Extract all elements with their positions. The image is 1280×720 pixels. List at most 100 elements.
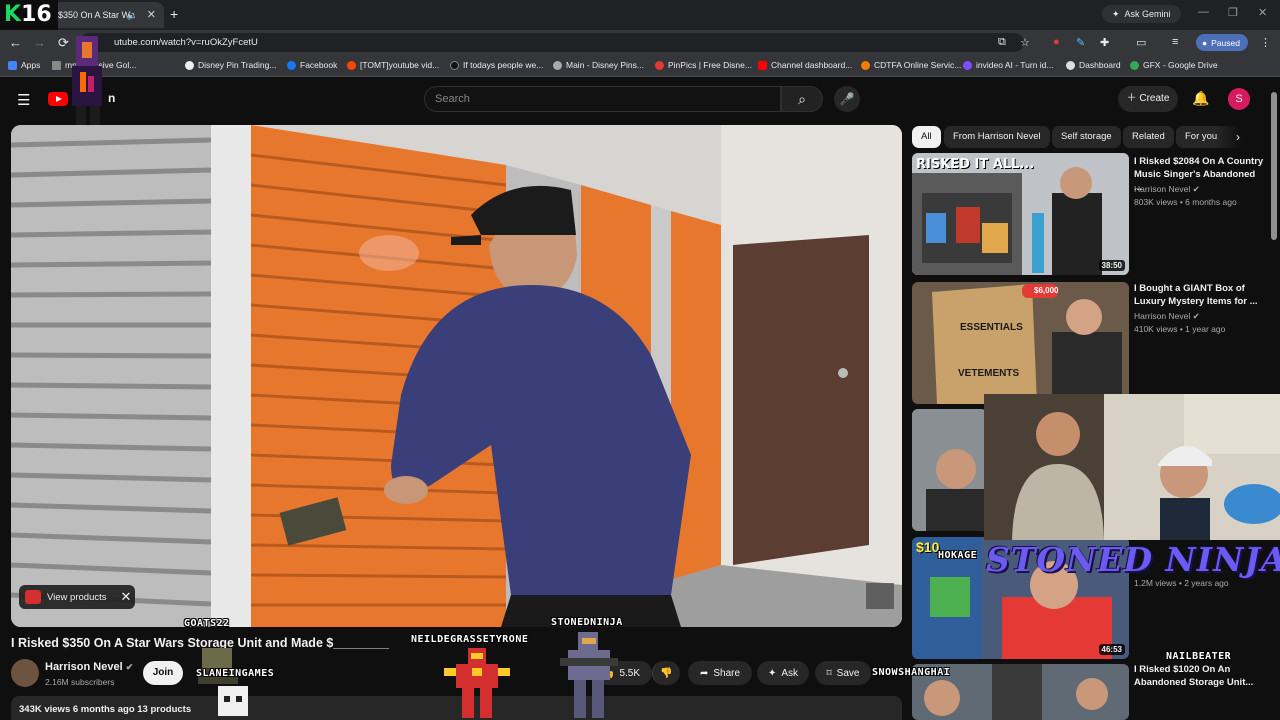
channel-name[interactable]: Harrison Nevel ✔	[45, 661, 133, 673]
sparkle-icon: ✦	[767, 667, 777, 679]
menu-icon[interactable]: ☰	[17, 91, 30, 109]
chip-from-harrison-nevel[interactable]: From Harrison Nevel	[944, 126, 1050, 148]
address-toolbar: ← → ⟳ utube.com/watch?v=ruOkZyFcetU ⧉ ☆ …	[0, 30, 1280, 55]
mech-sprite	[198, 648, 248, 716]
overlay-name: STONEDNINJA	[551, 617, 623, 628]
channel-avatar[interactable]	[11, 659, 39, 687]
notifications-bell-icon[interactable]: 🔔	[1192, 90, 1209, 107]
overlay-name: SNOWSHANGHAI	[872, 667, 951, 678]
browser-menu-icon[interactable]: ⋮	[1260, 36, 1271, 49]
minimize-icon[interactable]: —	[1198, 6, 1209, 18]
chip-all[interactable]: All	[912, 126, 941, 148]
gemini-icon: ✦	[1112, 8, 1120, 19]
close-icon[interactable]: ✕	[121, 589, 132, 605]
video-frame	[11, 125, 902, 627]
close-window-icon[interactable]: ✕	[1258, 6, 1267, 19]
streamer-webcam	[984, 394, 1280, 540]
bookmarks-bar: Apps mprehensive Gol... Disney Pin Tradi…	[0, 55, 1280, 77]
related-thumbnail[interactable]: ESSENTIALS VETEMENTS $6,000	[912, 282, 1129, 404]
bookmark-item[interactable]: Disney Pin Trading...	[185, 60, 276, 70]
media-control-icon[interactable]: ≡	[1172, 36, 1178, 48]
ask-gemini-label: Ask Gemini	[1124, 9, 1171, 19]
related-meta: 410K views • 1 year ago	[1134, 324, 1226, 334]
overlay-logo: K16	[0, 0, 58, 30]
bookmark-item[interactable]: Facebook	[287, 60, 337, 70]
extensions-puzzle-icon[interactable]: ✚	[1100, 36, 1109, 49]
dislike-button[interactable]: 👎	[652, 661, 680, 685]
dashboard-icon	[1066, 60, 1075, 70]
extension-icon[interactable]: ✎	[1076, 36, 1085, 49]
share-icon: ➦	[699, 667, 709, 679]
mute-icon[interactable]: 🔈	[127, 10, 138, 21]
save-button[interactable]: ⌑ Save	[815, 661, 871, 685]
related-title[interactable]: I Risked $1020 On An Abandoned Storage U…	[1134, 663, 1264, 689]
bookmark-item[interactable]: invideo AI - Turn id...	[963, 60, 1053, 70]
install-icon[interactable]: ⧉	[998, 36, 1006, 49]
verified-icon: ✔	[1192, 311, 1200, 321]
chip-self-storage[interactable]: Self storage	[1052, 126, 1121, 148]
video-player[interactable]	[11, 125, 902, 627]
tab-search-icon[interactable]: ▭	[1136, 36, 1146, 49]
overlay-name: GOATS22	[184, 618, 230, 629]
create-button[interactable]: ＋ Create	[1118, 86, 1178, 112]
search-icon[interactable]: ⌕	[781, 86, 823, 112]
related-channel[interactable]: Harrison Nevel ✔	[1134, 311, 1200, 322]
bookmark-item[interactable]: CDTFA Online Servic...	[861, 60, 961, 70]
streamer-name-banner: STONED NINJA	[986, 540, 1280, 579]
url-field[interactable]: utube.com/watch?v=ruOkZyFcetU	[80, 33, 1024, 52]
paused-label: Paused	[1211, 37, 1240, 48]
bookmark-icon: ⌑	[826, 667, 832, 679]
scrollbar[interactable]	[1271, 92, 1277, 240]
bookmark-item[interactable]: Dashboard	[1066, 60, 1121, 70]
close-tab-icon[interactable]: ✕	[147, 8, 156, 21]
invideo-icon	[963, 60, 972, 70]
bookmark-item[interactable]: GFX - Google Drive	[1130, 60, 1218, 70]
profile-paused-button[interactable]: ● Paused	[1196, 34, 1248, 51]
maximize-icon[interactable]: ❐	[1228, 6, 1238, 19]
verified-icon: ✔	[1192, 184, 1200, 194]
chevron-right-icon[interactable]: ›	[1236, 130, 1240, 144]
account-avatar[interactable]: S	[1228, 88, 1250, 110]
new-tab-button[interactable]: +	[170, 6, 178, 22]
ask-button[interactable]: ✦ Ask	[757, 661, 809, 685]
extension-pinterest-icon[interactable]: ●	[1053, 36, 1060, 48]
video-duration: 38:50	[1098, 260, 1125, 271]
verified-icon: ✔	[125, 662, 134, 672]
browser-tab[interactable]: $350 On A Star Wa 🔈 ✕	[52, 2, 164, 28]
chip-related[interactable]: Related	[1123, 126, 1174, 148]
youtube-icon	[758, 60, 767, 70]
youtube-logo[interactable]	[48, 92, 68, 106]
shopping-bag-icon	[25, 590, 41, 604]
bookmark-item[interactable]: If todays people we...	[450, 60, 543, 70]
ask-gemini-button[interactable]: ✦ Ask Gemini	[1102, 5, 1181, 23]
back-icon[interactable]: ←	[9, 35, 22, 50]
chip-for-you[interactable]: For you	[1176, 126, 1242, 148]
join-button[interactable]: Join	[143, 661, 183, 685]
bookmark-star-icon[interactable]: ☆	[1020, 36, 1030, 49]
bookmark-item[interactable]: PinPics | Free Disne...	[655, 60, 752, 70]
microphone-icon[interactable]: 🎤	[834, 86, 860, 112]
overlay-name: NAILBEATER	[1166, 651, 1232, 662]
view-products-label: View products	[47, 591, 107, 603]
related-title[interactable]: I Bought a GIANT Box of Luxury Mystery I…	[1134, 282, 1264, 308]
thumbs-down-icon: 👎	[660, 667, 673, 679]
related-thumbnail[interactable]	[912, 409, 987, 531]
related-thumbnail[interactable]: RISKED IT ALL... 38:50	[912, 153, 1129, 275]
related-meta: 803K views • 6 months ago	[1134, 197, 1237, 207]
tiktok-icon	[450, 60, 459, 70]
facebook-icon	[287, 60, 296, 70]
bookmark-item[interactable]: [TOMT]youtube vid...	[347, 60, 439, 70]
bookmark-apps[interactable]: Apps	[8, 60, 40, 70]
site-icon	[185, 60, 194, 70]
view-products-button[interactable]: View products ✕	[19, 585, 135, 609]
thumbnail-image	[912, 282, 1129, 404]
browser-tabstrip: $350 On A Star Wa 🔈 ✕ + ✦ Ask Gemini — ❐…	[0, 0, 1280, 30]
share-button[interactable]: ➦ Share	[688, 661, 752, 685]
related-channel[interactable]: Harrison Nevel ✔	[1134, 184, 1200, 195]
forward-icon[interactable]: →	[33, 35, 46, 50]
bookmark-item[interactable]: Main - Disney Pins...	[553, 60, 644, 70]
bookmark-item[interactable]: Channel dashboard...	[758, 60, 852, 70]
search-input[interactable]: Search	[424, 86, 781, 112]
youtube-masthead: ☰ n Search ⌕ 🎤 ＋ Create 🔔 S	[0, 77, 1280, 121]
video-duration: 46:53	[1098, 644, 1125, 655]
